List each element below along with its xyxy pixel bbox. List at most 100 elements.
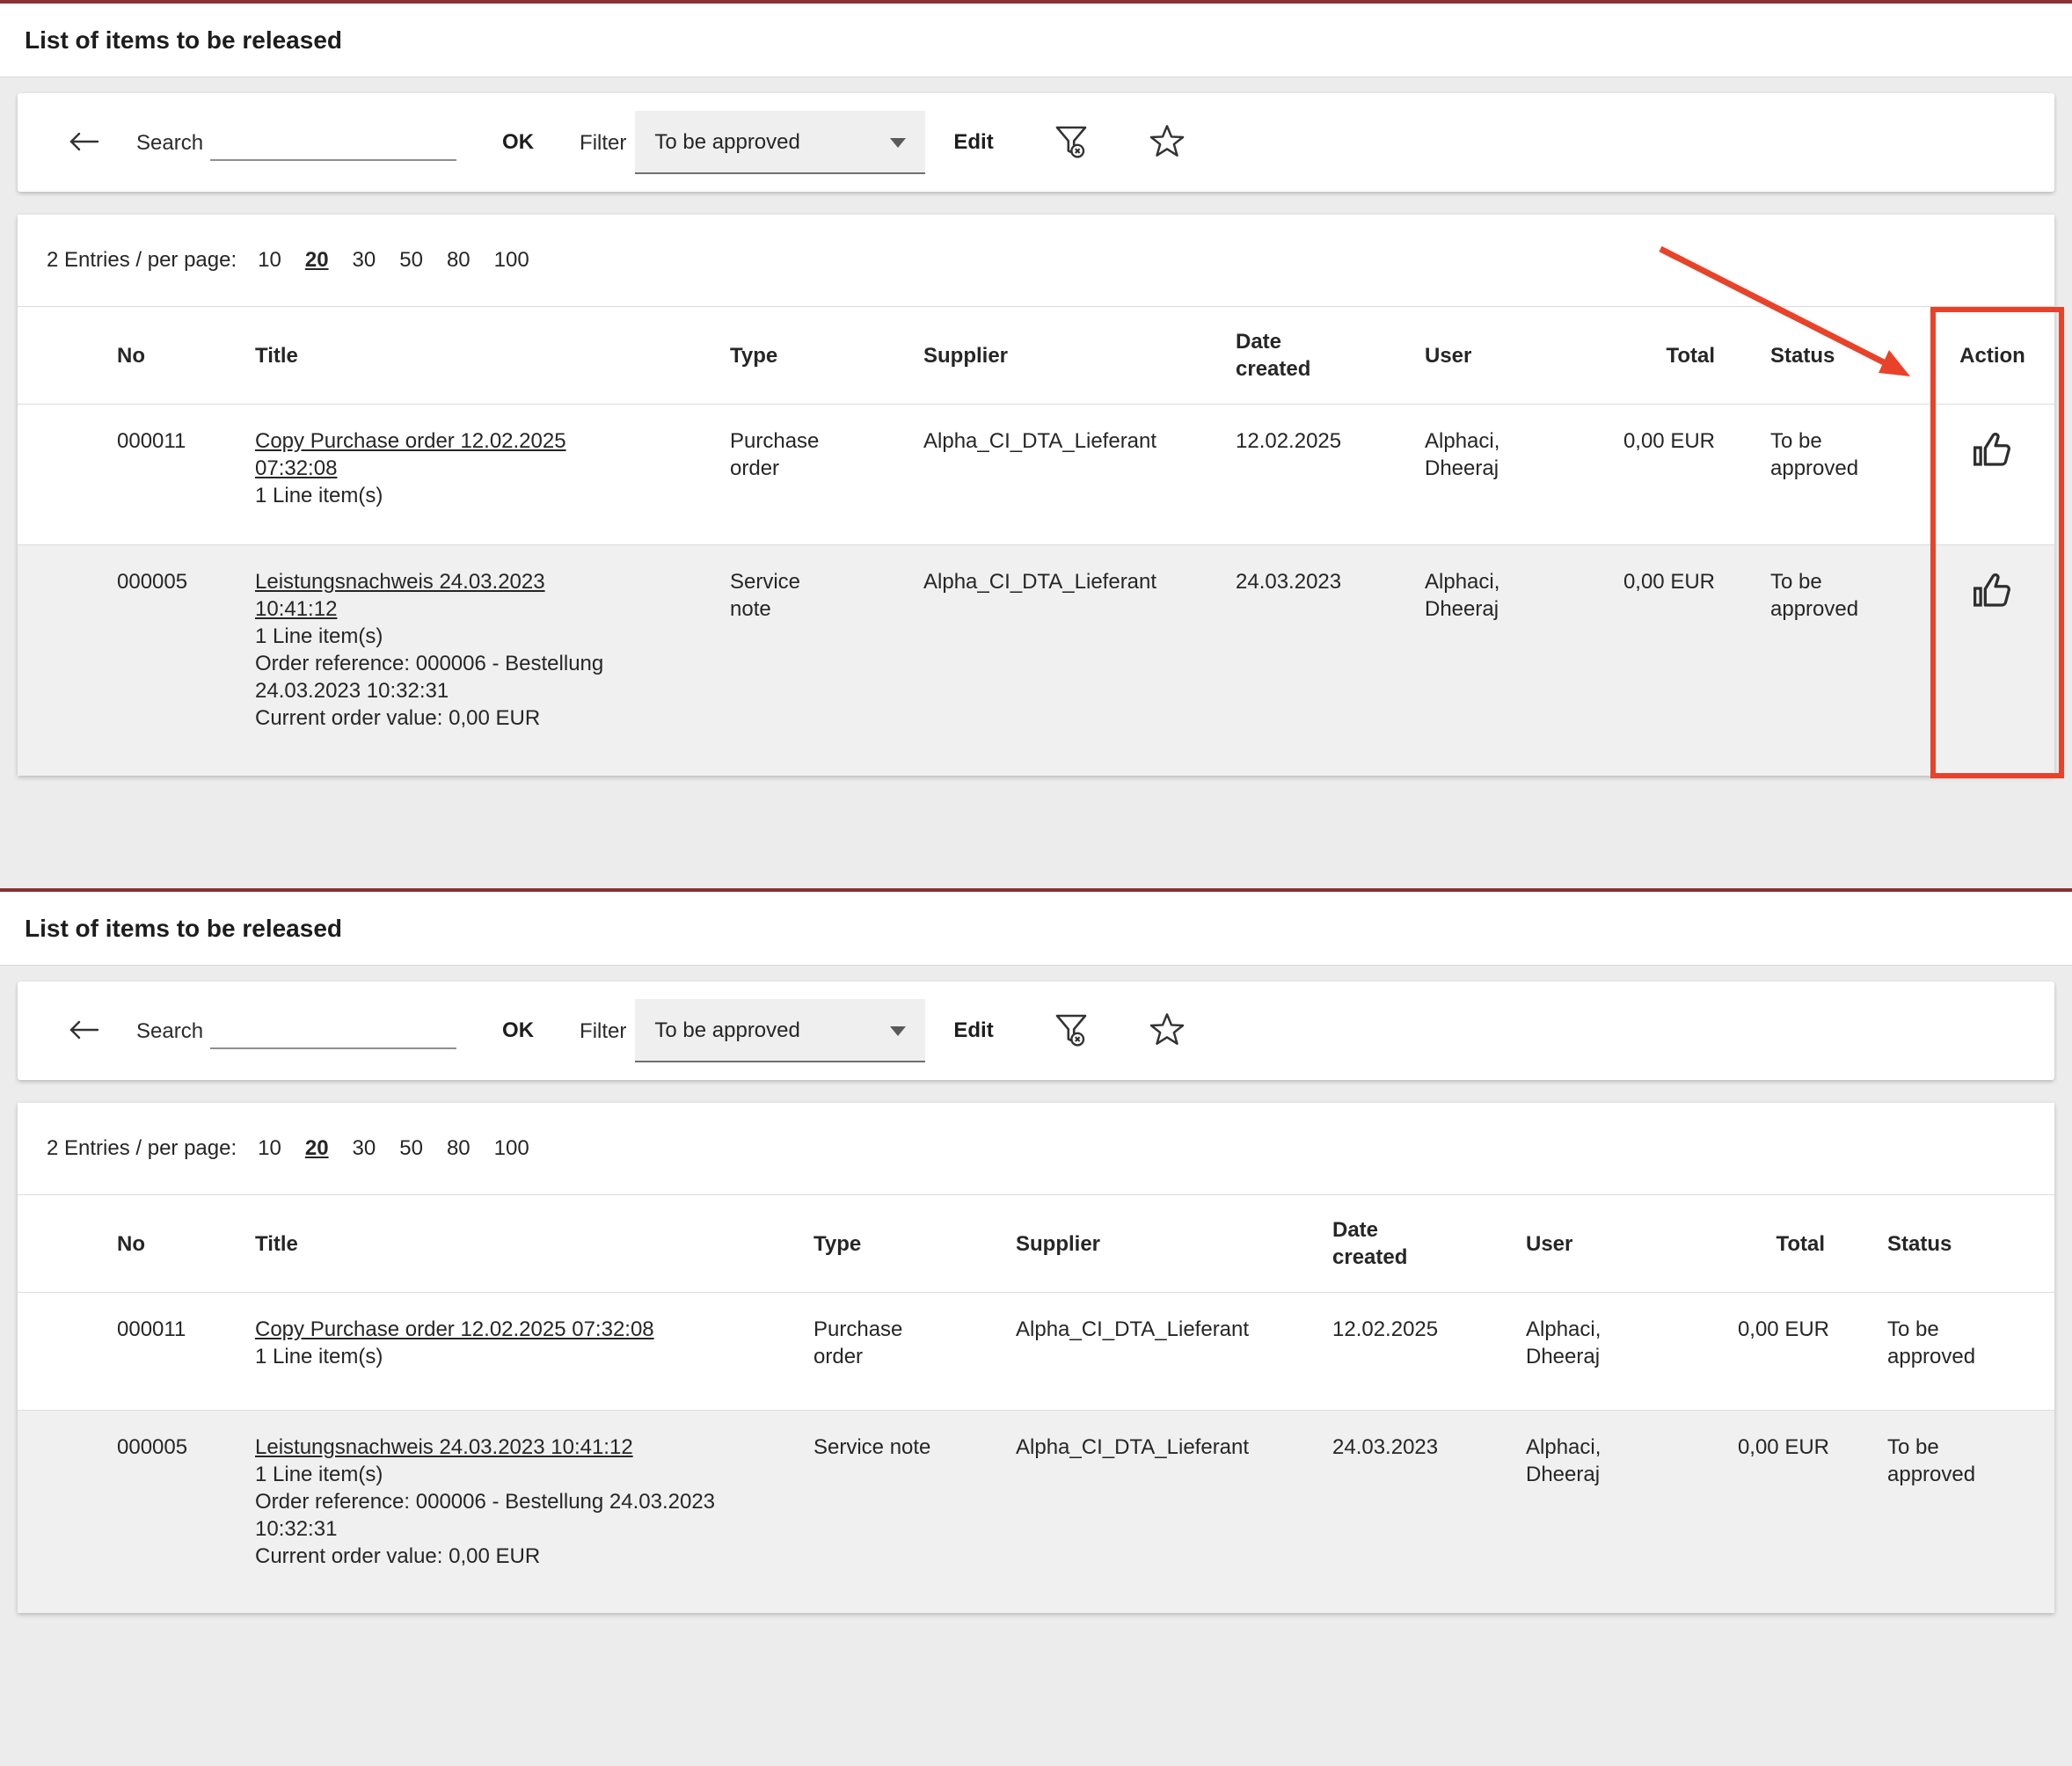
column-header-type: Type [730,342,923,369]
row-total: 0,00 EUR [1724,1411,1838,1482]
table-row: 000005 Leistungsnachweis 24.03.2023 10:4… [18,1411,2054,1613]
caret-down-icon [890,138,906,148]
filter-dropdown-value: To be approved [654,128,799,156]
row-total: 0,00 EUR [1724,1293,1838,1364]
row-action-cell [1930,405,2054,497]
per-page-option[interactable]: 50 [399,246,423,274]
column-header-status: Status [1838,1230,2054,1258]
toolbar: Search OK Filter To be approved Edit [18,982,2054,1080]
thumbs-up-icon [1970,463,2016,476]
table-row: 000011 Copy Purchase order 12.02.2025 07… [18,1293,2054,1411]
row-user: Alphaci, Dheeraj [1425,545,1614,644]
row-type: Service note [730,545,923,644]
column-header-supplier: Supplier [1016,1230,1332,1258]
approve-button[interactable] [1970,427,2016,476]
order-reference-text: Order reference: 000006 - Bestellung 24.… [255,1488,748,1543]
results-table: 2 Entries / per page: 10 20 30 50 80 100… [18,1103,2054,1613]
back-button[interactable] [66,1017,101,1046]
page-header: List of items to be released [0,4,2072,77]
line-items-text: 1 Line item(s) [255,482,624,509]
row-type: Purchase order [813,1293,1016,1391]
column-header-total: Total [1724,1230,1838,1258]
search-label: Search [136,129,203,157]
document-title-link[interactable]: Leistungsnachweis 24.03.2023 10:41:12 [255,570,545,621]
row-no: 000011 [18,405,255,476]
row-type: Service note [813,1411,1016,1482]
arrow-left-icon [66,128,101,157]
ok-button[interactable]: OK [502,1018,534,1043]
clear-filter-button[interactable] [1050,120,1092,165]
search-input[interactable] [210,124,456,161]
column-header-total: Total [1614,342,1728,369]
row-title-cell: Copy Purchase order 12.02.2025 07:32:08 … [255,1293,748,1391]
filter-label: Filter [580,1018,626,1045]
row-title-cell: Copy Purchase order 12.02.2025 07:32:08 … [255,405,624,530]
per-page-option[interactable]: 80 [447,246,471,274]
column-header-status: Status [1728,342,1930,369]
favorite-button[interactable] [1147,121,1187,164]
favorite-button[interactable] [1147,1010,1187,1053]
per-page-selector: 10 20 30 50 80 100 [258,246,553,274]
row-no: 000005 [18,545,255,617]
edit-button[interactable]: Edit [953,130,993,155]
row-user: Alphaci, Dheeraj [1526,1411,1724,1509]
clear-filter-button[interactable] [1050,1009,1092,1054]
per-page-option[interactable]: 10 [258,1135,281,1162]
filter-dropdown[interactable]: To be approved [635,999,925,1062]
row-date-created: 12.02.2025 [1236,405,1425,476]
ok-button[interactable]: OK [502,130,534,155]
table-row: 000011 Copy Purchase order 12.02.2025 07… [18,405,2054,545]
per-page-option-selected[interactable]: 20 [305,1135,329,1162]
column-header-date-created: Date created [1236,328,1425,383]
back-button[interactable] [66,128,101,157]
approve-button[interactable] [1970,568,2016,617]
row-no: 000005 [18,1411,255,1482]
star-icon [1147,121,1187,164]
document-title-link[interactable]: Copy Purchase order 12.02.2025 07:32:08 [255,1317,654,1341]
column-header-date-created: Date created [1332,1216,1526,1271]
column-header-title: Title [255,1230,813,1258]
row-supplier: Alpha_CI_DTA_Lieferant [1016,1411,1332,1482]
row-status: To be approved [1838,1411,2054,1509]
funnel-x-icon [1050,120,1092,165]
line-items-text: 1 Line item(s) [255,1343,748,1370]
document-title-link[interactable]: Leistungsnachweis 24.03.2023 10:41:12 [255,1435,633,1459]
per-page-option[interactable]: 30 [353,1135,376,1162]
search-label: Search [136,1018,203,1045]
row-supplier: Alpha_CI_DTA_Lieferant [923,405,1236,476]
row-date-created: 12.02.2025 [1332,1293,1526,1364]
document-title-link[interactable]: Copy Purchase order 12.02.2025 07:32:08 [255,429,566,480]
search-input[interactable] [210,1012,456,1049]
page-header: List of items to be released [0,892,2072,966]
per-page-option[interactable]: 10 [258,246,281,274]
per-page-option-selected[interactable]: 20 [305,246,329,274]
column-header-supplier: Supplier [923,342,1236,369]
column-header-type: Type [813,1230,1016,1258]
row-supplier: Alpha_CI_DTA_Lieferant [923,545,1236,617]
entries-count: 2 Entries / per page: [47,1135,237,1162]
panel-top: List of items to be released Search OK F… [0,0,2072,888]
per-page-option[interactable]: 50 [399,1135,423,1162]
star-icon [1147,1010,1187,1053]
edit-button[interactable]: Edit [953,1018,993,1043]
per-page-option[interactable]: 30 [353,246,376,274]
row-type: Purchase order [730,405,923,503]
arrow-left-icon [66,1017,101,1046]
per-page-option[interactable]: 100 [494,246,529,274]
caret-down-icon [890,1026,906,1036]
per-page-selector: 10 20 30 50 80 100 [258,1135,553,1162]
row-status: To be approved [1728,545,1930,644]
row-status: To be approved [1838,1293,2054,1391]
per-page-option[interactable]: 80 [447,1135,471,1162]
row-date-created: 24.03.2023 [1332,1411,1526,1482]
row-total: 0,00 EUR [1614,545,1728,617]
row-user: Alphaci, Dheeraj [1425,405,1614,503]
results-table: 2 Entries / per page: 10 20 30 50 80 100… [18,215,2054,776]
row-action-cell [1930,545,2054,638]
row-date-created: 24.03.2023 [1236,545,1425,617]
filter-dropdown[interactable]: To be approved [635,111,925,174]
column-header-no: No [18,1230,255,1258]
page-title: List of items to be released [25,915,342,942]
per-page-option[interactable]: 100 [494,1135,529,1162]
filter-dropdown-value: To be approved [654,1017,799,1044]
